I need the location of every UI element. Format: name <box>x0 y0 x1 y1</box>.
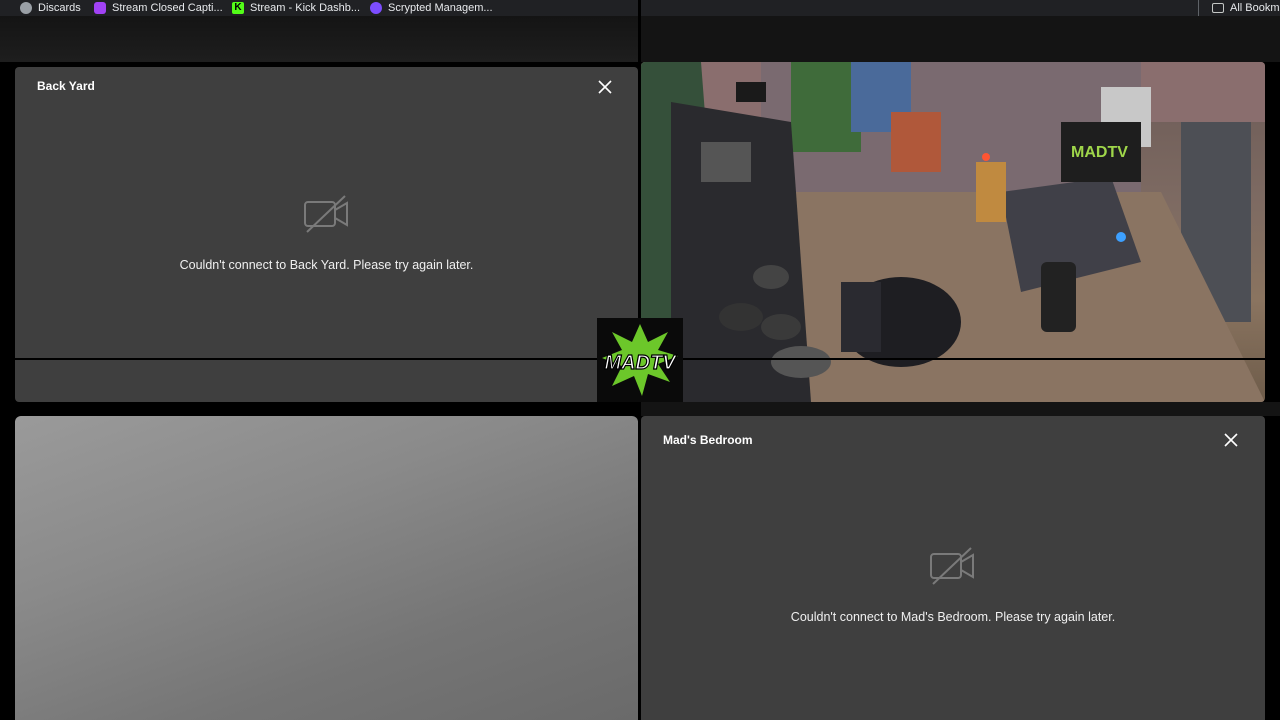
all-bookmarks-button[interactable]: All Bookm <box>1212 0 1280 16</box>
madtv-logo: MADTV <box>597 318 683 402</box>
backdrop <box>641 402 1280 416</box>
camera-off-icon <box>304 195 348 233</box>
connection-error-text: Couldn't connect to Back Yard. Please tr… <box>179 258 474 272</box>
bookmarks-divider <box>1198 0 1199 16</box>
close-icon[interactable] <box>1222 431 1240 449</box>
discard-icon <box>20 2 32 14</box>
bookmark-label: Scrypted Managem... <box>388 2 493 14</box>
bookmark-label: Stream Closed Capti... <box>112 2 223 14</box>
all-bookmarks-label: All Bookm <box>1230 2 1280 14</box>
folder-icon <box>1212 3 1224 13</box>
backdrop <box>0 16 638 62</box>
live-camera-feed[interactable]: MADTV <box>641 62 1265 402</box>
svg-text:MADTV: MADTV <box>604 352 677 374</box>
kick-icon: K <box>232 2 244 14</box>
panel-title: Back Yard <box>37 79 95 93</box>
svg-text:MADTV: MADTV <box>1071 144 1128 161</box>
bookmark-discards[interactable]: Discards <box>20 0 81 16</box>
bookmark-closed-captions[interactable]: Stream Closed Capti... <box>94 0 223 16</box>
bookmark-scrypted[interactable]: Scrypted Managem... <box>370 0 493 16</box>
back-yard-panel: Back Yard Couldn't connect to Back Yard.… <box>15 67 638 402</box>
room-camera-image: MADTV <box>641 62 1265 402</box>
scrypted-icon <box>370 2 382 14</box>
connection-error-text: Couldn't connect to Mad's Bedroom. Pleas… <box>790 610 1116 624</box>
backdrop <box>641 16 1280 62</box>
bookmark-label: Discards <box>38 2 81 14</box>
bookmark-label: Stream - Kick Dashb... <box>250 2 361 14</box>
camera-off-icon <box>930 547 974 585</box>
camera-feed-gray[interactable] <box>15 416 638 720</box>
closed-captions-icon <box>94 2 106 14</box>
panel-title: Mad's Bedroom <box>663 433 753 447</box>
bedroom-panel: Mad's Bedroom Couldn't connect to Mad's … <box>641 416 1265 720</box>
close-icon[interactable] <box>596 78 614 96</box>
bookmark-kick-dashboard[interactable]: K Stream - Kick Dashb... <box>232 0 360 16</box>
